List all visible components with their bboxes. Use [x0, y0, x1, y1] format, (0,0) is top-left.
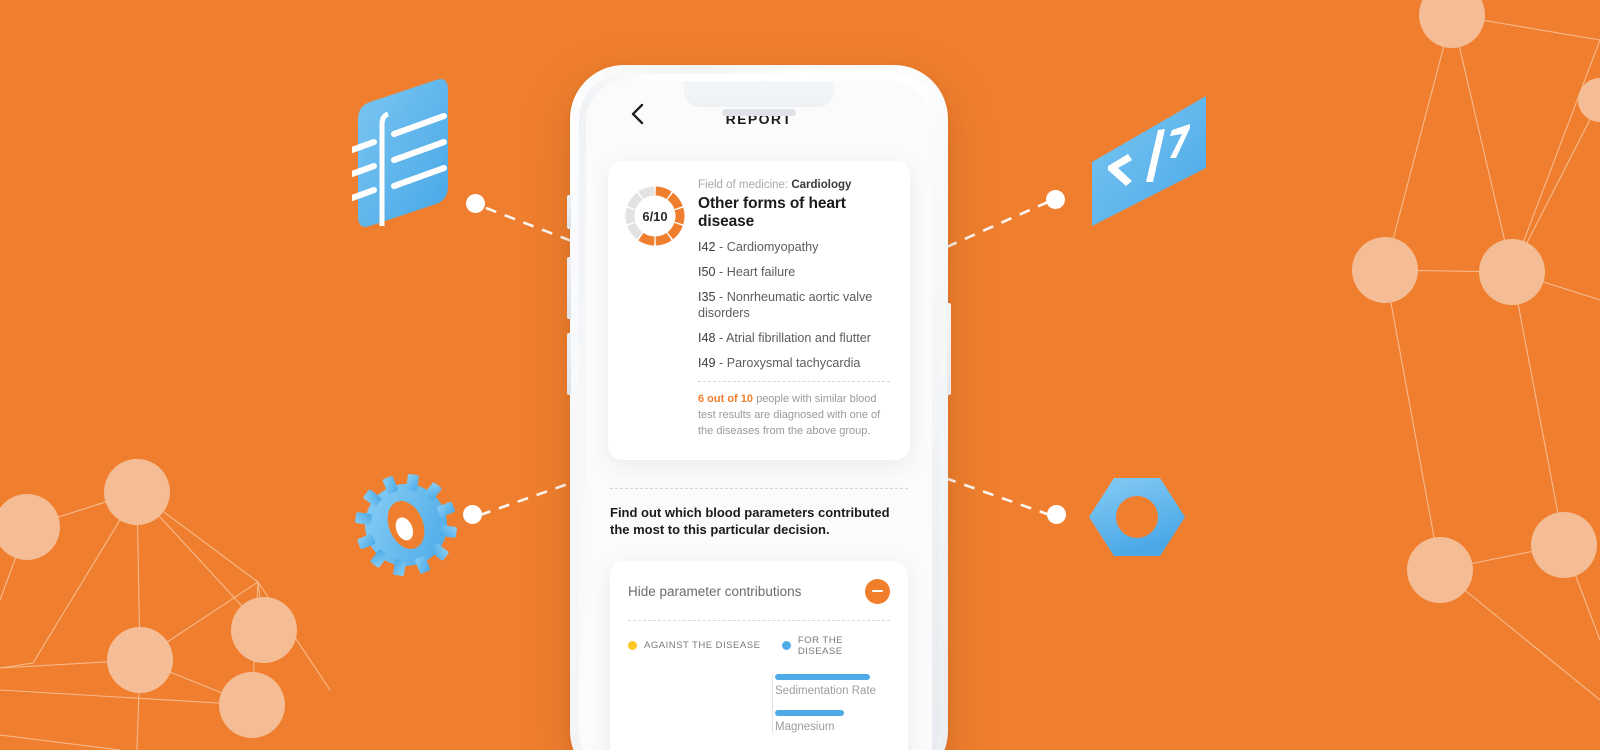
code-tag-icon [1092, 96, 1206, 226]
card-divider [698, 380, 890, 382]
legend-dot-against [628, 641, 637, 650]
gear-icon [355, 474, 457, 576]
list-item: I35 - Nonrheumatic aortic valve disorder… [698, 290, 890, 322]
table-row: Magnesium [628, 709, 890, 733]
phone-power-button[interactable] [947, 303, 951, 395]
contribution-bar [775, 709, 844, 716]
parameter-contributions-card: Hide parameter contributions AGAINST THE… [610, 560, 908, 750]
legend-item-for: FOR THE DISEASE [781, 634, 890, 657]
phone-screen: REPORT 6/10 Field of medicine: Cardiolog… [586, 81, 932, 750]
disease-name: Cardiomyopathy [726, 240, 819, 254]
phone-speaker-grille [722, 109, 796, 116]
statistics-highlight: 6 out of 10 [698, 392, 754, 405]
report-card: 6/10 Field of medicine: Cardiology Other… [608, 161, 910, 460]
legend-label-against: AGAINST THE DISEASE [644, 640, 761, 651]
statistics-note: 6 out of 10 people with similar blood te… [698, 392, 890, 440]
phone-notch [684, 81, 834, 107]
find-out-heading: Find out which blood parameters contribu… [610, 504, 890, 537]
disease-dash: - [719, 355, 727, 370]
phone-mute-switch[interactable] [567, 195, 571, 229]
disease-code: I49 [698, 355, 716, 370]
minus-circle-icon[interactable] [865, 578, 890, 604]
contributions-header: Hide parameter contributions [628, 578, 890, 604]
disease-dash: - [719, 289, 727, 304]
list-item: I48 - Atrial fibrillation and flutter [698, 331, 890, 347]
legend-item-against: AGAINST THE DISEASE [628, 635, 782, 657]
phone-mockup: REPORT 6/10 Field of medicine: Cardiolog… [567, 65, 951, 750]
phone-volume-up-button[interactable] [567, 257, 571, 319]
disease-code: I35 [698, 289, 716, 304]
disease-name: Atrial fibrillation and flutter [726, 330, 871, 345]
disease-dash: - [719, 264, 727, 279]
connector-dot-top-left [466, 194, 485, 213]
legend-dot-for [781, 641, 791, 650]
score-donut: 6/10 [624, 179, 686, 440]
hide-contributions-label: Hide parameter contributions [628, 583, 802, 599]
score-label: 6/10 [642, 208, 668, 224]
parameter-label: Magnesium [775, 720, 835, 733]
connector-dot-bottom-right [1047, 505, 1066, 524]
disease-code: I42 [698, 240, 716, 254]
section-divider [610, 487, 908, 489]
chart-legend: AGAINST THE DISEASE FOR THE DISEASE [628, 635, 890, 657]
report-card-body: Field of medicine: Cardiology Other form… [698, 179, 890, 440]
field-of-medicine-value: Cardiology [791, 179, 852, 191]
disease-name: Paroxysmal tachycardia [726, 355, 861, 370]
disease-code: I48 [698, 330, 716, 345]
minus-bar [872, 589, 883, 593]
list-item: I50 - Heart failure [698, 265, 890, 281]
contributions-divider [628, 619, 890, 621]
connector-dot-bottom-left [463, 505, 482, 524]
field-of-medicine: Field of medicine: Cardiology [698, 179, 890, 191]
field-of-medicine-label: Field of medicine: [698, 179, 789, 191]
list-item: I49 - Paroxysmal tachycardia [698, 356, 890, 372]
disease-name: Heart failure [726, 264, 796, 279]
phone-bezel: REPORT 6/10 Field of medicine: Cardiolog… [579, 74, 939, 750]
disease-group-title: Other forms of heart disease [698, 195, 846, 230]
disease-dash: - [719, 330, 727, 345]
disease-code: I50 [698, 264, 716, 279]
table-row: Sedimentation Rate [628, 673, 890, 697]
phone-volume-down-button[interactable] [567, 333, 571, 395]
contribution-bar [775, 673, 871, 680]
parameter-label: Sedimentation Rate [775, 684, 877, 697]
connector-dot-top-right [1046, 190, 1065, 209]
hexagon-nut-icon [1089, 478, 1185, 556]
contributions-chart: Sedimentation Rate Magnesium [628, 673, 890, 733]
disease-dash: - [719, 240, 727, 254]
back-button[interactable] [624, 101, 650, 127]
book-icon [352, 79, 448, 227]
list-item: I42 - Cardiomyopathy [698, 240, 890, 256]
legend-label-for: FOR THE DISEASE [797, 634, 843, 657]
chevron-left-icon [631, 103, 643, 125]
